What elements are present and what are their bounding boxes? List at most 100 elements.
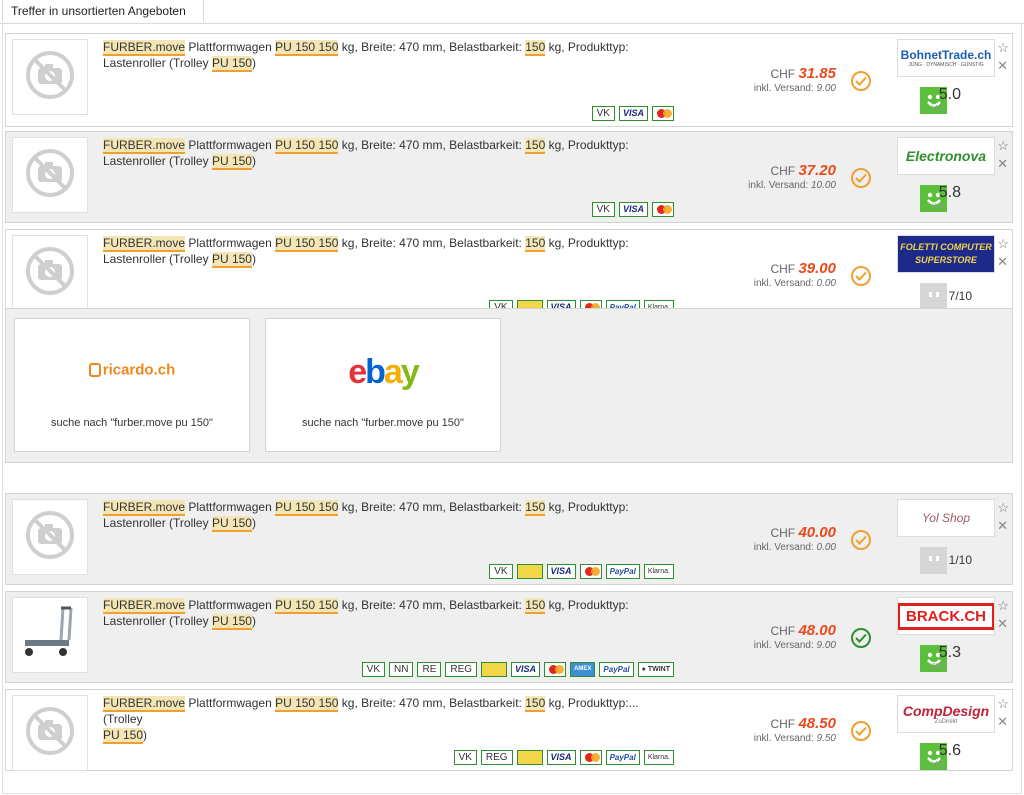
close-icon[interactable]: ✕ [997,156,1008,172]
hl-pu: PU 150 150 [275,500,339,516]
invoice-icon [481,662,508,677]
offer-title[interactable]: FURBER.move Plattformwagen PU 150 150 kg… [103,597,663,630]
shop-logo[interactable]: Electronova [897,137,995,175]
hl-pu: PU 150 150 [275,598,339,614]
star-icon[interactable]: ☆ [997,40,1009,56]
hl-pu: PU 150 150 [275,236,339,252]
price-value: 48.50 [798,715,836,732]
mastercard-icon [544,662,567,677]
product-thumbnail[interactable] [12,695,88,771]
ebay-logo: ebay [348,353,420,391]
hl-150: 150 [525,40,546,56]
visa-icon: VISA [546,750,576,765]
offer-price: CHF 39.00 [770,260,836,278]
shop-logo[interactable]: BRACK.CH [897,597,995,635]
close-icon[interactable]: ✕ [997,714,1008,730]
offer-title[interactable]: FURBER.move Plattformwagen PU 150 150 kg… [103,235,663,268]
hl-pu: PU 150 150 [275,40,339,56]
visa-icon: VISA [511,662,541,677]
price-value: 31.85 [798,65,836,82]
offer-title[interactable]: FURBER.move Plattformwagen PU 150 150 kg… [103,499,663,532]
shipping-info: inkl. Versand: 10.00 [748,180,836,191]
shop-logo[interactable]: Yol Shop [897,499,995,537]
payment-methods: VK VISA PayPalKlarna. [489,564,674,579]
product-thumbnail[interactable] [12,235,88,311]
twint-icon: ● TWINT [637,662,674,677]
star-icon[interactable]: ☆ [997,138,1009,154]
hl-pu2: PU 150 [211,614,252,630]
payment-reg: REG [480,750,513,765]
ricardo-card[interactable]: ricardo.ch suche nach "furber.move pu 15… [14,318,250,452]
close-icon[interactable]: ✕ [997,254,1008,270]
star-icon[interactable]: ☆ [997,598,1009,614]
ricardo-search-text: suche nach "furber.move pu 150" [51,417,213,429]
shop-logo[interactable]: FOLETTI COMPUTER SUPERSTORE [897,235,995,273]
shop-logo[interactable]: CompDesign ZuDirekt [897,695,995,733]
hl-brand2: .move [152,500,186,516]
offer-row[interactable]: FURBER.move Plattformwagen PU 150 150 kg… [5,591,1013,683]
hl-brand2: .move [152,138,186,154]
offer-row[interactable]: FURBER.move Plattformwagen PU 150 150 kg… [5,131,1013,223]
no-image-icon [24,147,76,204]
hl-150: 150 [525,696,546,712]
star-icon[interactable]: ☆ [997,236,1009,252]
hl-pu2: PU 150 [211,154,252,170]
paypal-icon: PayPal [605,750,640,765]
product-image [17,602,83,669]
hl-brand: FURBER [103,598,153,614]
shipping-value: 0.00 [816,278,836,289]
visa-icon: VISA [546,564,576,579]
offer-price: CHF 48.50 [770,715,836,733]
offer-title[interactable]: FURBER.move Plattformwagen PU 150 150 kg… [103,137,663,170]
star-icon[interactable]: ☆ [997,500,1009,516]
payment-re: RE [417,662,442,677]
price-value: 37.20 [798,162,836,179]
star-icon[interactable]: ☆ [997,696,1009,712]
shipping-value: 10.00 [810,180,836,191]
hl-brand: FURBER [103,40,153,56]
product-thumbnail[interactable] [12,39,88,115]
hl-brand2: .move [152,40,186,56]
hl-150: 150 [525,500,546,516]
availability-check-icon [851,530,871,550]
shipping-info: inkl. Versand: 0.00 [753,542,836,553]
close-icon[interactable]: ✕ [997,518,1008,534]
tab-unsorted-offers[interactable]: Treffer in unsortierten Angeboten [2,0,204,22]
offer-row[interactable]: FURBER.move Plattformwagen PU 150 150 kg… [5,33,1013,127]
no-image-icon [24,705,76,762]
review-count: (692) [929,663,946,670]
ricardo-hand-icon [88,362,101,377]
product-thumbnail[interactable] [12,499,88,575]
payment-methods: VK VISA [591,202,674,217]
hl-pu: PU 150 150 [275,696,339,712]
offer-row[interactable]: FURBER.move Plattformwagen PU 150 150 kg… [5,493,1013,585]
offer-row[interactable]: FURBER.move Plattformwagen PU 150 150 kg… [5,689,1013,771]
currency: CHF [770,262,799,276]
mastercard-icon [652,106,674,121]
availability-check-icon [851,71,871,91]
payment-methods: VK REG VISA PayPal Klarna. [453,750,674,765]
shipping-value: 9.00 [816,640,836,651]
tab-bar: Treffer in unsortierten Angeboten [0,0,1024,24]
close-icon[interactable]: ✕ [997,58,1008,74]
hl-pu2: PU 150 [211,56,252,72]
close-icon[interactable]: ✕ [997,616,1008,632]
offer-title[interactable]: FURBER.move Plattformwagen PU 150 150 kg… [103,695,663,744]
payment-vk: VK [591,106,615,121]
product-thumbnail[interactable] [12,137,88,213]
ebay-card[interactable]: ebay suche nach "furber.move pu 150" [265,318,501,452]
shop-rating-score: 5.6 [938,742,961,759]
shop-logo[interactable]: BohnetTrade.ch JUNG · DYNAMISCH · GÜNSTIG [897,39,995,77]
offer-price: CHF 37.20 [770,162,836,180]
offer-title[interactable]: FURBER.move Plattformwagen PU 150 150 kg… [103,39,663,72]
paypal-icon: PayPal [605,564,640,579]
paypal-icon: PayPal [599,662,634,677]
payment-reg: REG [445,662,478,677]
product-thumbnail[interactable] [12,597,88,673]
currency: CHF [770,164,799,178]
shipping-value: 9.50 [816,733,836,744]
hl-150: 150 [525,236,546,252]
shop-rating-score: 5.8 [938,184,961,201]
shipping-value: 9.00 [816,83,836,94]
hl-pu2: PU 150 [211,252,252,268]
